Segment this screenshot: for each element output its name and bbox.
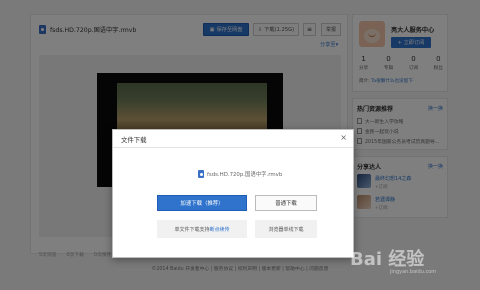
single-file-download-button[interactable]: 单文件下载支持 断点续传 xyxy=(157,220,247,238)
dialog-header: 文件下载 × xyxy=(113,130,353,148)
video-file-icon xyxy=(198,170,204,178)
close-icon[interactable]: × xyxy=(340,134,347,142)
normal-download-button[interactable]: 普通下载 xyxy=(255,195,317,211)
download-dialog: 文件下载 × fsds.HD.720p.国语中字.rmvb 加速下载（推荐） 普… xyxy=(112,129,354,258)
accelerated-download-button[interactable]: 加速下载（推荐） xyxy=(157,195,247,211)
dialog-file-name: fsds.HD.720p.国语中字.rmvb xyxy=(207,172,283,178)
dialog-title: 文件下载 xyxy=(121,136,147,144)
dialog-file: fsds.HD.720p.国语中字.rmvb xyxy=(198,170,282,178)
watermark-logo: Bai 经验 jingyan.baidu.com xyxy=(350,249,437,275)
browser-download-button[interactable]: 浏览器单线下载 xyxy=(255,220,317,238)
